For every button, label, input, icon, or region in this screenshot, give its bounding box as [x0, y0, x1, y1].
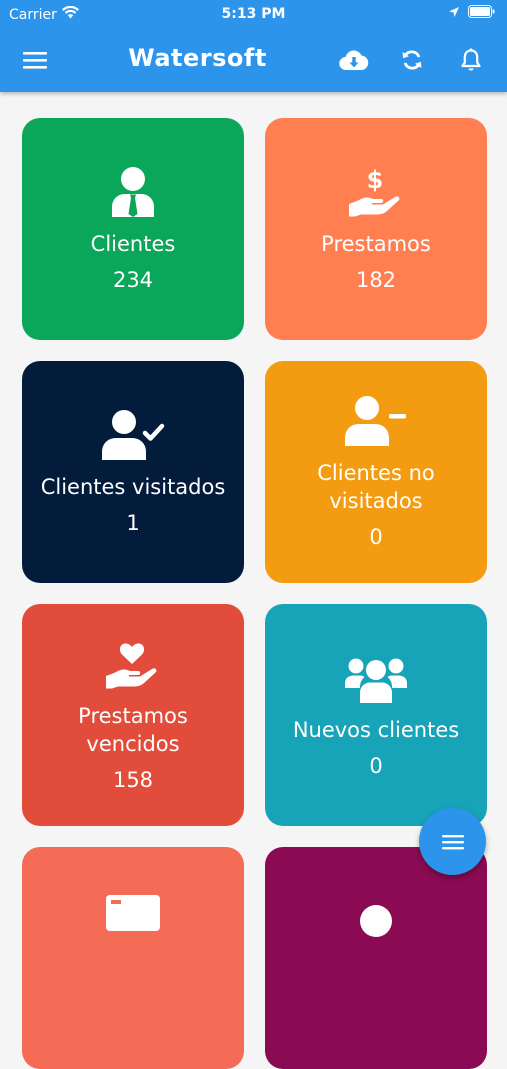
users-icon — [344, 650, 408, 706]
card-partial-right[interactable] — [265, 847, 487, 1069]
card-count: 234 — [112, 268, 154, 292]
card-count: 0 — [369, 525, 383, 549]
bell-icon — [461, 48, 481, 71]
card-count: 0 — [369, 754, 383, 778]
hand-dollar-icon: $ — [347, 164, 405, 220]
notifications-button[interactable] — [457, 46, 485, 74]
menu-icon — [441, 834, 464, 849]
card-label: Prestamos — [321, 232, 431, 256]
battery-icon — [468, 5, 495, 22]
cloud-download-button[interactable] — [338, 46, 370, 74]
app-title: Watersoft — [128, 44, 267, 72]
sync-button[interactable] — [398, 46, 426, 74]
user-minus-icon — [344, 393, 408, 449]
card-clientes-visitados[interactable]: Clientes visitados 1 — [22, 361, 244, 583]
dashboard-grid: Clientes 234 $ Prestamos 182 Clientes vi… — [22, 118, 487, 1069]
sync-icon — [402, 50, 422, 70]
card-prestamos-vencidos[interactable]: Prestamos vencidos 158 — [22, 604, 244, 826]
card-label: Clientes — [90, 232, 176, 256]
card-clientes-no-visitados[interactable]: Clientes no visitados 0 — [265, 361, 487, 583]
card-count: 1 — [126, 511, 140, 535]
card-label: Clientes no visitados — [317, 461, 435, 513]
app-bar: Watersoft — [0, 28, 507, 92]
user-check-icon — [101, 407, 165, 463]
card-label: Nuevos clientes — [292, 718, 460, 742]
circle-icon — [359, 893, 393, 949]
status-time: 5:13 PM — [221, 6, 286, 22]
card-label: Prestamos vencidos — [78, 704, 188, 756]
fab-menu-button[interactable] — [419, 808, 486, 875]
user-tie-icon — [110, 164, 156, 220]
card-count: 158 — [112, 768, 154, 792]
card-nuevos-clientes[interactable]: Nuevos clientes 0 — [265, 604, 487, 826]
location-arrow-icon — [448, 6, 460, 22]
card-count: 182 — [355, 268, 397, 292]
card-prestamos[interactable]: $ Prestamos 182 — [265, 118, 487, 340]
hand-heart-icon — [104, 636, 162, 692]
status-bar: Carrier 5:13 PM — [0, 0, 507, 28]
card-partial-left[interactable] — [22, 847, 244, 1069]
card-clientes[interactable]: Clientes 234 — [22, 118, 244, 340]
card-icon — [105, 885, 161, 941]
svg-text:$: $ — [367, 166, 384, 194]
status-right — [448, 5, 495, 22]
card-label: Clientes visitados — [40, 475, 226, 499]
cloud-download-icon — [339, 50, 369, 71]
